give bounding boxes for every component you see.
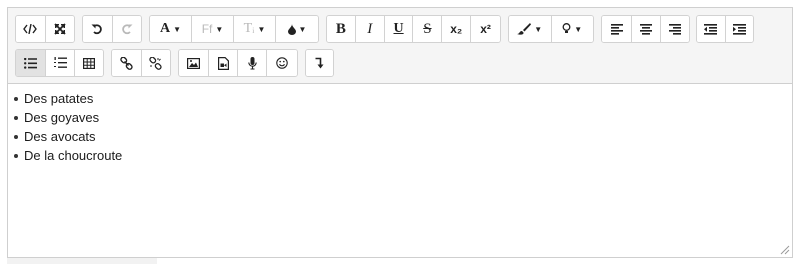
align-left-button[interactable] bbox=[602, 16, 632, 42]
media-group bbox=[178, 49, 298, 77]
code-icon bbox=[23, 24, 38, 34]
underline-button[interactable]: U bbox=[384, 16, 414, 42]
code-view-button[interactable] bbox=[16, 16, 46, 42]
fullscreen-button[interactable] bbox=[45, 16, 74, 42]
list-item-text: De la choucroute bbox=[24, 148, 123, 163]
list-item: Des avocats bbox=[14, 127, 122, 146]
caret-down-icon: ▼ bbox=[298, 24, 307, 34]
brush-dropdown[interactable]: ▼ bbox=[509, 16, 552, 42]
line-break-button[interactable] bbox=[306, 50, 333, 76]
editor-content-area[interactable]: Des patates Des goyaves Des avocats De l… bbox=[8, 84, 792, 257]
link-icon bbox=[120, 56, 133, 70]
list-item: Des patates bbox=[14, 89, 122, 108]
caret-down-icon: ▼ bbox=[574, 24, 583, 34]
table-button[interactable] bbox=[75, 50, 103, 76]
font-group: A ▼ Ff ▼ Tᵢ ▼ ▼ bbox=[149, 15, 319, 43]
bottom-tab-strip bbox=[7, 258, 157, 264]
lightbulb-icon bbox=[562, 23, 571, 33]
microphone-icon bbox=[247, 56, 257, 70]
table-icon bbox=[83, 57, 95, 69]
superscript-button[interactable]: x² bbox=[471, 16, 500, 42]
resize-handle-icon[interactable] bbox=[778, 243, 790, 255]
italic-button[interactable]: I bbox=[355, 16, 385, 42]
indent-button[interactable] bbox=[725, 16, 753, 42]
align-right-button[interactable] bbox=[661, 16, 689, 42]
undo-button[interactable] bbox=[83, 16, 113, 42]
list-item-text: Des avocats bbox=[24, 129, 96, 144]
font-size-dropdown[interactable]: Tᵢ ▼ bbox=[234, 16, 276, 42]
list-item-text: Des goyaves bbox=[24, 110, 100, 125]
align-left-icon bbox=[610, 23, 623, 35]
bullet-marker bbox=[14, 134, 18, 139]
undo-icon bbox=[91, 24, 103, 35]
numbered-list-button[interactable] bbox=[46, 50, 75, 76]
font-size-label: Tᵢ bbox=[243, 21, 255, 36]
insert-image-button[interactable] bbox=[179, 50, 209, 76]
smiley-icon bbox=[276, 57, 288, 69]
indent-icon bbox=[732, 23, 746, 35]
expand-icon bbox=[54, 23, 66, 35]
editor-toolbar: A ▼ Ff ▼ Tᵢ ▼ ▼ B I U S x₂ x² ▼ ▼ bbox=[8, 8, 792, 84]
font-color-label: A bbox=[159, 21, 171, 36]
outdent-icon bbox=[704, 23, 718, 35]
caret-down-icon: ▼ bbox=[215, 24, 224, 34]
insert-video-button[interactable] bbox=[209, 50, 238, 76]
redo-icon bbox=[121, 24, 133, 35]
bullet-marker bbox=[14, 115, 18, 120]
link-group bbox=[111, 49, 171, 77]
outdent-button[interactable] bbox=[697, 16, 726, 42]
redo-button[interactable] bbox=[112, 16, 141, 42]
other-group bbox=[305, 49, 334, 77]
font-family-label: Ff bbox=[201, 22, 213, 36]
caret-down-icon: ▼ bbox=[173, 24, 182, 34]
bullet-marker bbox=[14, 153, 18, 158]
unlink-icon bbox=[149, 56, 162, 70]
list-item: De la choucroute bbox=[14, 146, 122, 165]
history-group bbox=[82, 15, 142, 43]
paintbrush-icon bbox=[517, 23, 532, 35]
style-group: ▼ ▼ bbox=[508, 15, 594, 43]
bullet-marker bbox=[14, 96, 18, 101]
font-color-dropdown[interactable]: A ▼ bbox=[150, 16, 192, 42]
bullet-list-icon bbox=[24, 57, 37, 69]
highlight-dropdown[interactable]: ▼ bbox=[551, 16, 593, 42]
caret-down-icon: ▼ bbox=[257, 24, 266, 34]
font-family-dropdown[interactable]: Ff ▼ bbox=[192, 16, 234, 42]
droplet-icon bbox=[287, 23, 296, 35]
emoji-button[interactable] bbox=[267, 50, 297, 76]
image-icon bbox=[187, 57, 200, 69]
color-dropdown[interactable]: ▼ bbox=[276, 16, 318, 42]
record-audio-button[interactable] bbox=[238, 50, 267, 76]
view-group bbox=[15, 15, 75, 43]
subscript-button[interactable]: x₂ bbox=[442, 16, 472, 42]
format-group: B I U S x₂ x² bbox=[326, 15, 501, 43]
strikethrough-button[interactable]: S bbox=[413, 16, 443, 42]
link-button[interactable] bbox=[112, 50, 142, 76]
bullet-list: Des patates Des goyaves Des avocats De l… bbox=[14, 89, 122, 165]
align-center-button[interactable] bbox=[632, 16, 661, 42]
bullet-list-button[interactable] bbox=[16, 50, 46, 76]
list-item-text: Des patates bbox=[24, 91, 94, 106]
unlink-button[interactable] bbox=[141, 50, 170, 76]
indent-group bbox=[696, 15, 754, 43]
numbered-list-icon bbox=[53, 57, 67, 68]
align-right-icon bbox=[669, 23, 681, 35]
rich-text-editor: A ▼ Ff ▼ Tᵢ ▼ ▼ B I U S x₂ x² ▼ ▼ Des pa… bbox=[7, 7, 793, 258]
list-group bbox=[15, 49, 104, 77]
arrow-down-return-icon bbox=[315, 57, 324, 69]
align-center-icon bbox=[640, 23, 652, 35]
video-file-icon bbox=[217, 56, 229, 70]
bold-button[interactable]: B bbox=[327, 16, 356, 42]
list-item: Des goyaves bbox=[14, 108, 122, 127]
align-group bbox=[601, 15, 690, 43]
caret-down-icon: ▼ bbox=[534, 24, 543, 34]
